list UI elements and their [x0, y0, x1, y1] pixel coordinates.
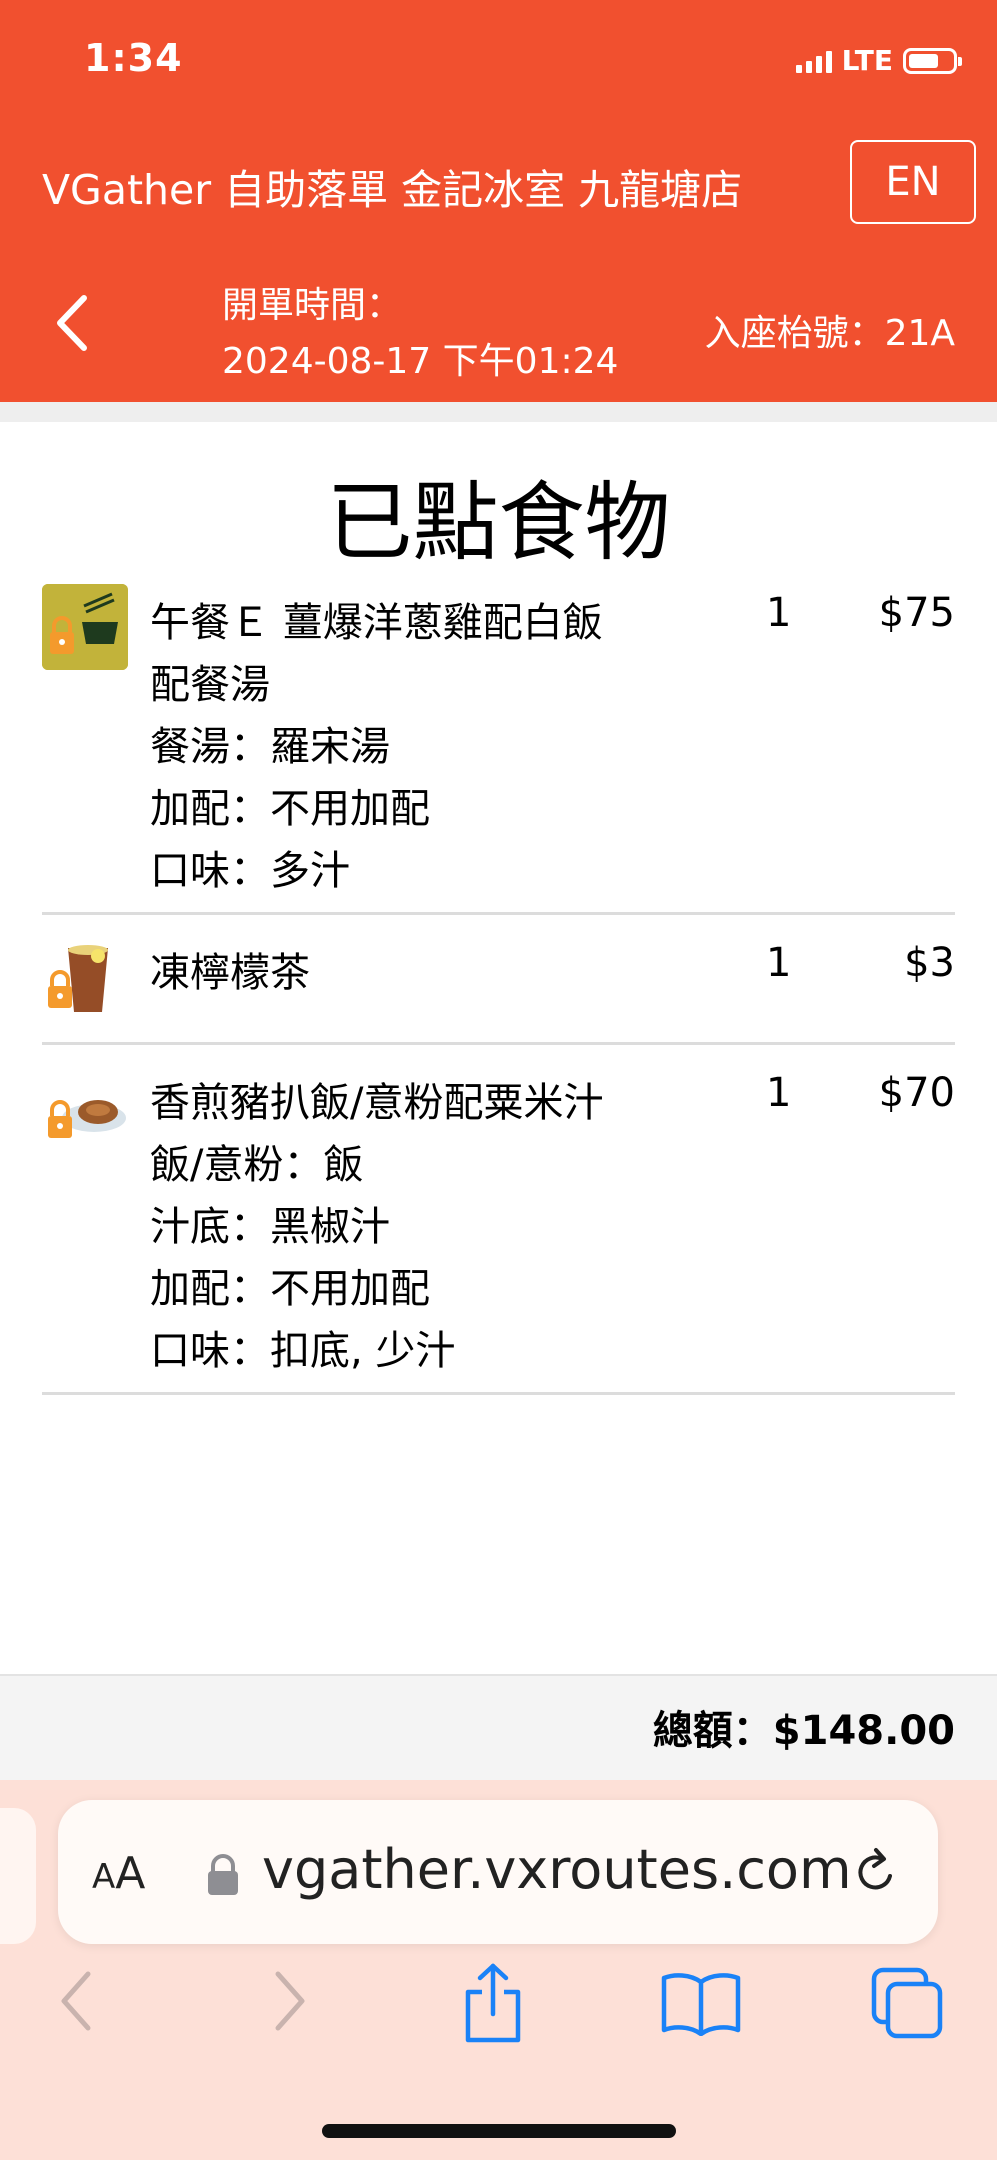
chevron-left-icon: [57, 295, 87, 351]
browser-back-button[interactable]: [54, 1966, 98, 2040]
order-item-price: $3: [904, 940, 955, 986]
open-time-label: 開單時間：: [222, 285, 403, 326]
order-item-option: 加配：不用加配: [150, 786, 430, 832]
status-time: 1:34: [84, 36, 183, 80]
browser-forward-button[interactable]: [268, 1966, 312, 2040]
table-number: 入座枱號：21A: [704, 313, 955, 354]
bookmarks-button[interactable]: [660, 1970, 742, 2040]
order-item-image: [42, 936, 128, 1022]
app-title: VGather 自助落單 金記冰室 九龍塘店: [42, 166, 743, 214]
order-item-option: 飯/意粉：飯: [150, 1142, 364, 1188]
url-text[interactable]: vgather.vxroutes.com: [262, 1838, 852, 1901]
row-divider: [42, 912, 955, 915]
tabs-button[interactable]: [870, 1966, 946, 2046]
language-button[interactable]: EN: [850, 140, 976, 224]
order-item-name: 午餐Ｅ 薑爆洋蔥雞配白飯: [150, 600, 603, 646]
network-label: LTE: [841, 44, 893, 77]
reload-button[interactable]: [850, 1846, 902, 1906]
order-item-option: 加配：不用加配: [150, 1266, 430, 1312]
order-item-qty: 1: [766, 940, 792, 986]
header-separator: [0, 402, 997, 422]
order-item-option: 口味：扣底, 少汁: [150, 1328, 456, 1374]
bookmarks-icon: [661, 1973, 741, 2037]
order-item-price: $75: [878, 590, 955, 636]
order-item-qty: 1: [766, 1070, 792, 1116]
open-time-value: 2024-08-17 下午01:24: [222, 341, 619, 382]
page-title: 已點食物: [326, 473, 671, 573]
row-divider: [42, 1392, 955, 1395]
signal-icon: [795, 49, 832, 73]
order-item-option: 餐湯：羅宋湯: [150, 724, 390, 770]
order-item-option: 口味：多汁: [150, 848, 350, 894]
row-divider: [42, 1042, 955, 1045]
home-indicator: [322, 2124, 676, 2138]
order-total: 總額：$148.00: [652, 1708, 955, 1754]
tabs-icon: [871, 1967, 943, 2039]
pork-chop-rice-icon: [42, 1072, 128, 1158]
order-item-qty: 1: [766, 590, 792, 636]
back-arrow-icon: [61, 1971, 91, 2031]
previous-tab-peek[interactable]: [0, 1808, 36, 1944]
lock-icon: [206, 1852, 240, 1900]
order-item-option: 汁底：黑椒汁: [150, 1204, 390, 1250]
share-button[interactable]: [460, 1962, 526, 2048]
order-item-name-cont: 配餐湯: [150, 662, 270, 708]
reader-settings-button[interactable]: AA: [92, 1848, 145, 1899]
order-item-image: [42, 1072, 128, 1158]
order-item-price: $70: [878, 1070, 955, 1116]
order-item-name: 凍檸檬茶: [150, 950, 310, 996]
battery-icon: [903, 47, 962, 74]
iced-lemon-tea-icon: [42, 936, 128, 1022]
reload-icon: [858, 1848, 892, 1890]
lunch-set-icon: [42, 584, 128, 670]
order-item-image: [42, 584, 128, 670]
share-icon: [465, 1963, 521, 2043]
status-indicators: LTE: [795, 44, 962, 77]
order-item-name: 香煎豬扒飯/意粉配粟米汁: [150, 1080, 604, 1126]
forward-arrow-icon: [275, 1971, 305, 2031]
back-button[interactable]: [48, 288, 98, 358]
